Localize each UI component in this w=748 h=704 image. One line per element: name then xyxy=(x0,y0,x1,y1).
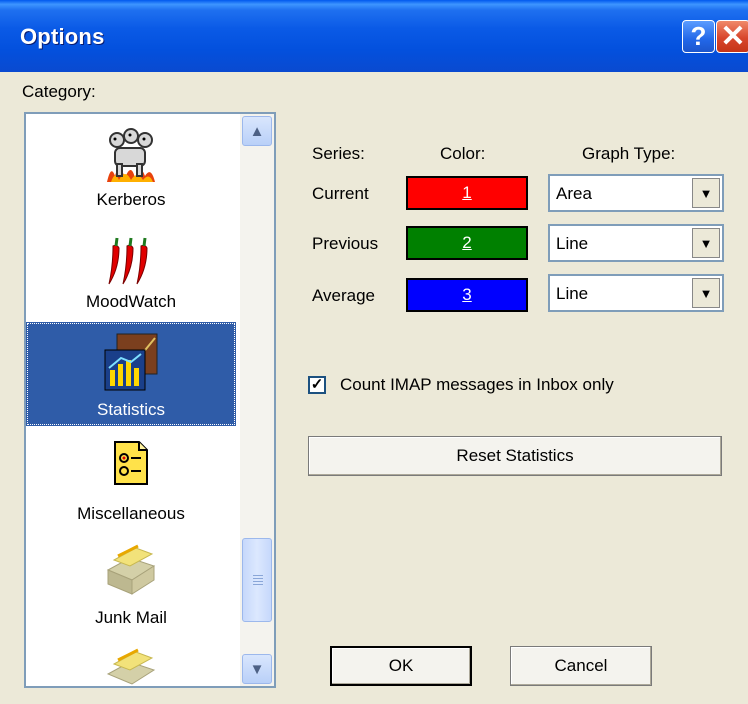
color-header: Color: xyxy=(440,144,486,163)
category-item-label: Statistics xyxy=(96,400,166,419)
color-button-average[interactable]: 3 xyxy=(406,278,528,312)
help-button[interactable]: ? xyxy=(682,20,715,53)
junk-mail-icon xyxy=(106,544,156,595)
category-item-moodwatch[interactable]: MoodWatch xyxy=(26,218,236,322)
category-item-label: Kerberos xyxy=(96,190,166,209)
series-name-previous: Previous xyxy=(312,234,379,253)
kerberos-dog-icon xyxy=(107,128,155,182)
color-button-current[interactable]: 1 xyxy=(406,176,528,210)
series-name-current: Current xyxy=(312,184,369,203)
chevron-up-icon: ▲ xyxy=(249,122,265,140)
chili-peppers-icon xyxy=(108,237,148,285)
scroll-up-button[interactable]: ▲ xyxy=(242,116,272,146)
options-dialog: Options ? ✕ Category: Kerberos MoodWatch… xyxy=(0,0,748,704)
category-item-statistics[interactable]: Statistics xyxy=(26,322,236,426)
chevron-down-icon[interactable]: ▼ xyxy=(692,278,720,308)
close-icon: ✕ xyxy=(720,20,746,53)
graph-type-value: Line xyxy=(556,284,589,303)
category-item-label: Junk Mail xyxy=(95,608,167,627)
close-button[interactable]: ✕ xyxy=(716,20,748,53)
chevron-down-icon[interactable]: ▼ xyxy=(692,178,720,208)
help-icon: ? xyxy=(690,21,707,51)
graph-type-select-current[interactable]: Area ▼ xyxy=(548,174,724,212)
scroll-down-button[interactable]: ▼ xyxy=(242,654,272,684)
series-name-average: Average xyxy=(312,286,376,305)
count-imap-label[interactable]: Count IMAP messages in Inbox only xyxy=(340,375,614,395)
graph-type-select-previous[interactable]: Line ▼ xyxy=(548,224,724,262)
category-label: Category: xyxy=(22,82,96,101)
title-bar[interactable]: Options ? ✕ xyxy=(0,0,748,72)
category-item-junk-mail[interactable]: Junk Mail xyxy=(26,530,236,634)
chevron-down-icon: ▼ xyxy=(249,660,265,678)
color-button-previous[interactable]: 2 xyxy=(406,226,528,260)
category-scrollbar[interactable]: ▲ ▼ xyxy=(240,114,274,686)
graph-type-header: Graph Type: xyxy=(582,144,676,163)
category-item-label: MoodWatch xyxy=(85,292,177,311)
category-item-kerberos[interactable]: Kerberos xyxy=(26,114,236,218)
junk-mail-icon xyxy=(106,648,156,685)
checkmark-icon: ✓ xyxy=(310,376,324,393)
grip-icon xyxy=(253,575,263,587)
cancel-button[interactable]: Cancel xyxy=(510,646,652,686)
ok-button[interactable]: OK xyxy=(330,646,472,686)
graph-type-select-average[interactable]: Line ▼ xyxy=(548,274,724,312)
miscellaneous-options-icon xyxy=(114,441,148,485)
count-imap-checkbox[interactable]: ✓ xyxy=(308,376,326,394)
graph-type-value: Area xyxy=(556,184,592,203)
scroll-thumb[interactable] xyxy=(242,538,272,622)
series-header: Series: xyxy=(312,144,365,163)
chevron-down-icon[interactable]: ▼ xyxy=(692,228,720,258)
window-title: Options xyxy=(20,24,105,49)
category-item-partial[interactable] xyxy=(26,634,236,686)
graph-type-value: Line xyxy=(556,234,589,253)
category-item-label: Miscellaneous xyxy=(77,504,185,523)
statistics-chart-icon xyxy=(104,333,158,391)
category-list[interactable]: Kerberos MoodWatch Statistics Miscellane… xyxy=(24,112,276,688)
reset-statistics-button[interactable]: Reset Statistics xyxy=(308,436,722,476)
category-item-miscellaneous[interactable]: Miscellaneous xyxy=(26,426,236,530)
